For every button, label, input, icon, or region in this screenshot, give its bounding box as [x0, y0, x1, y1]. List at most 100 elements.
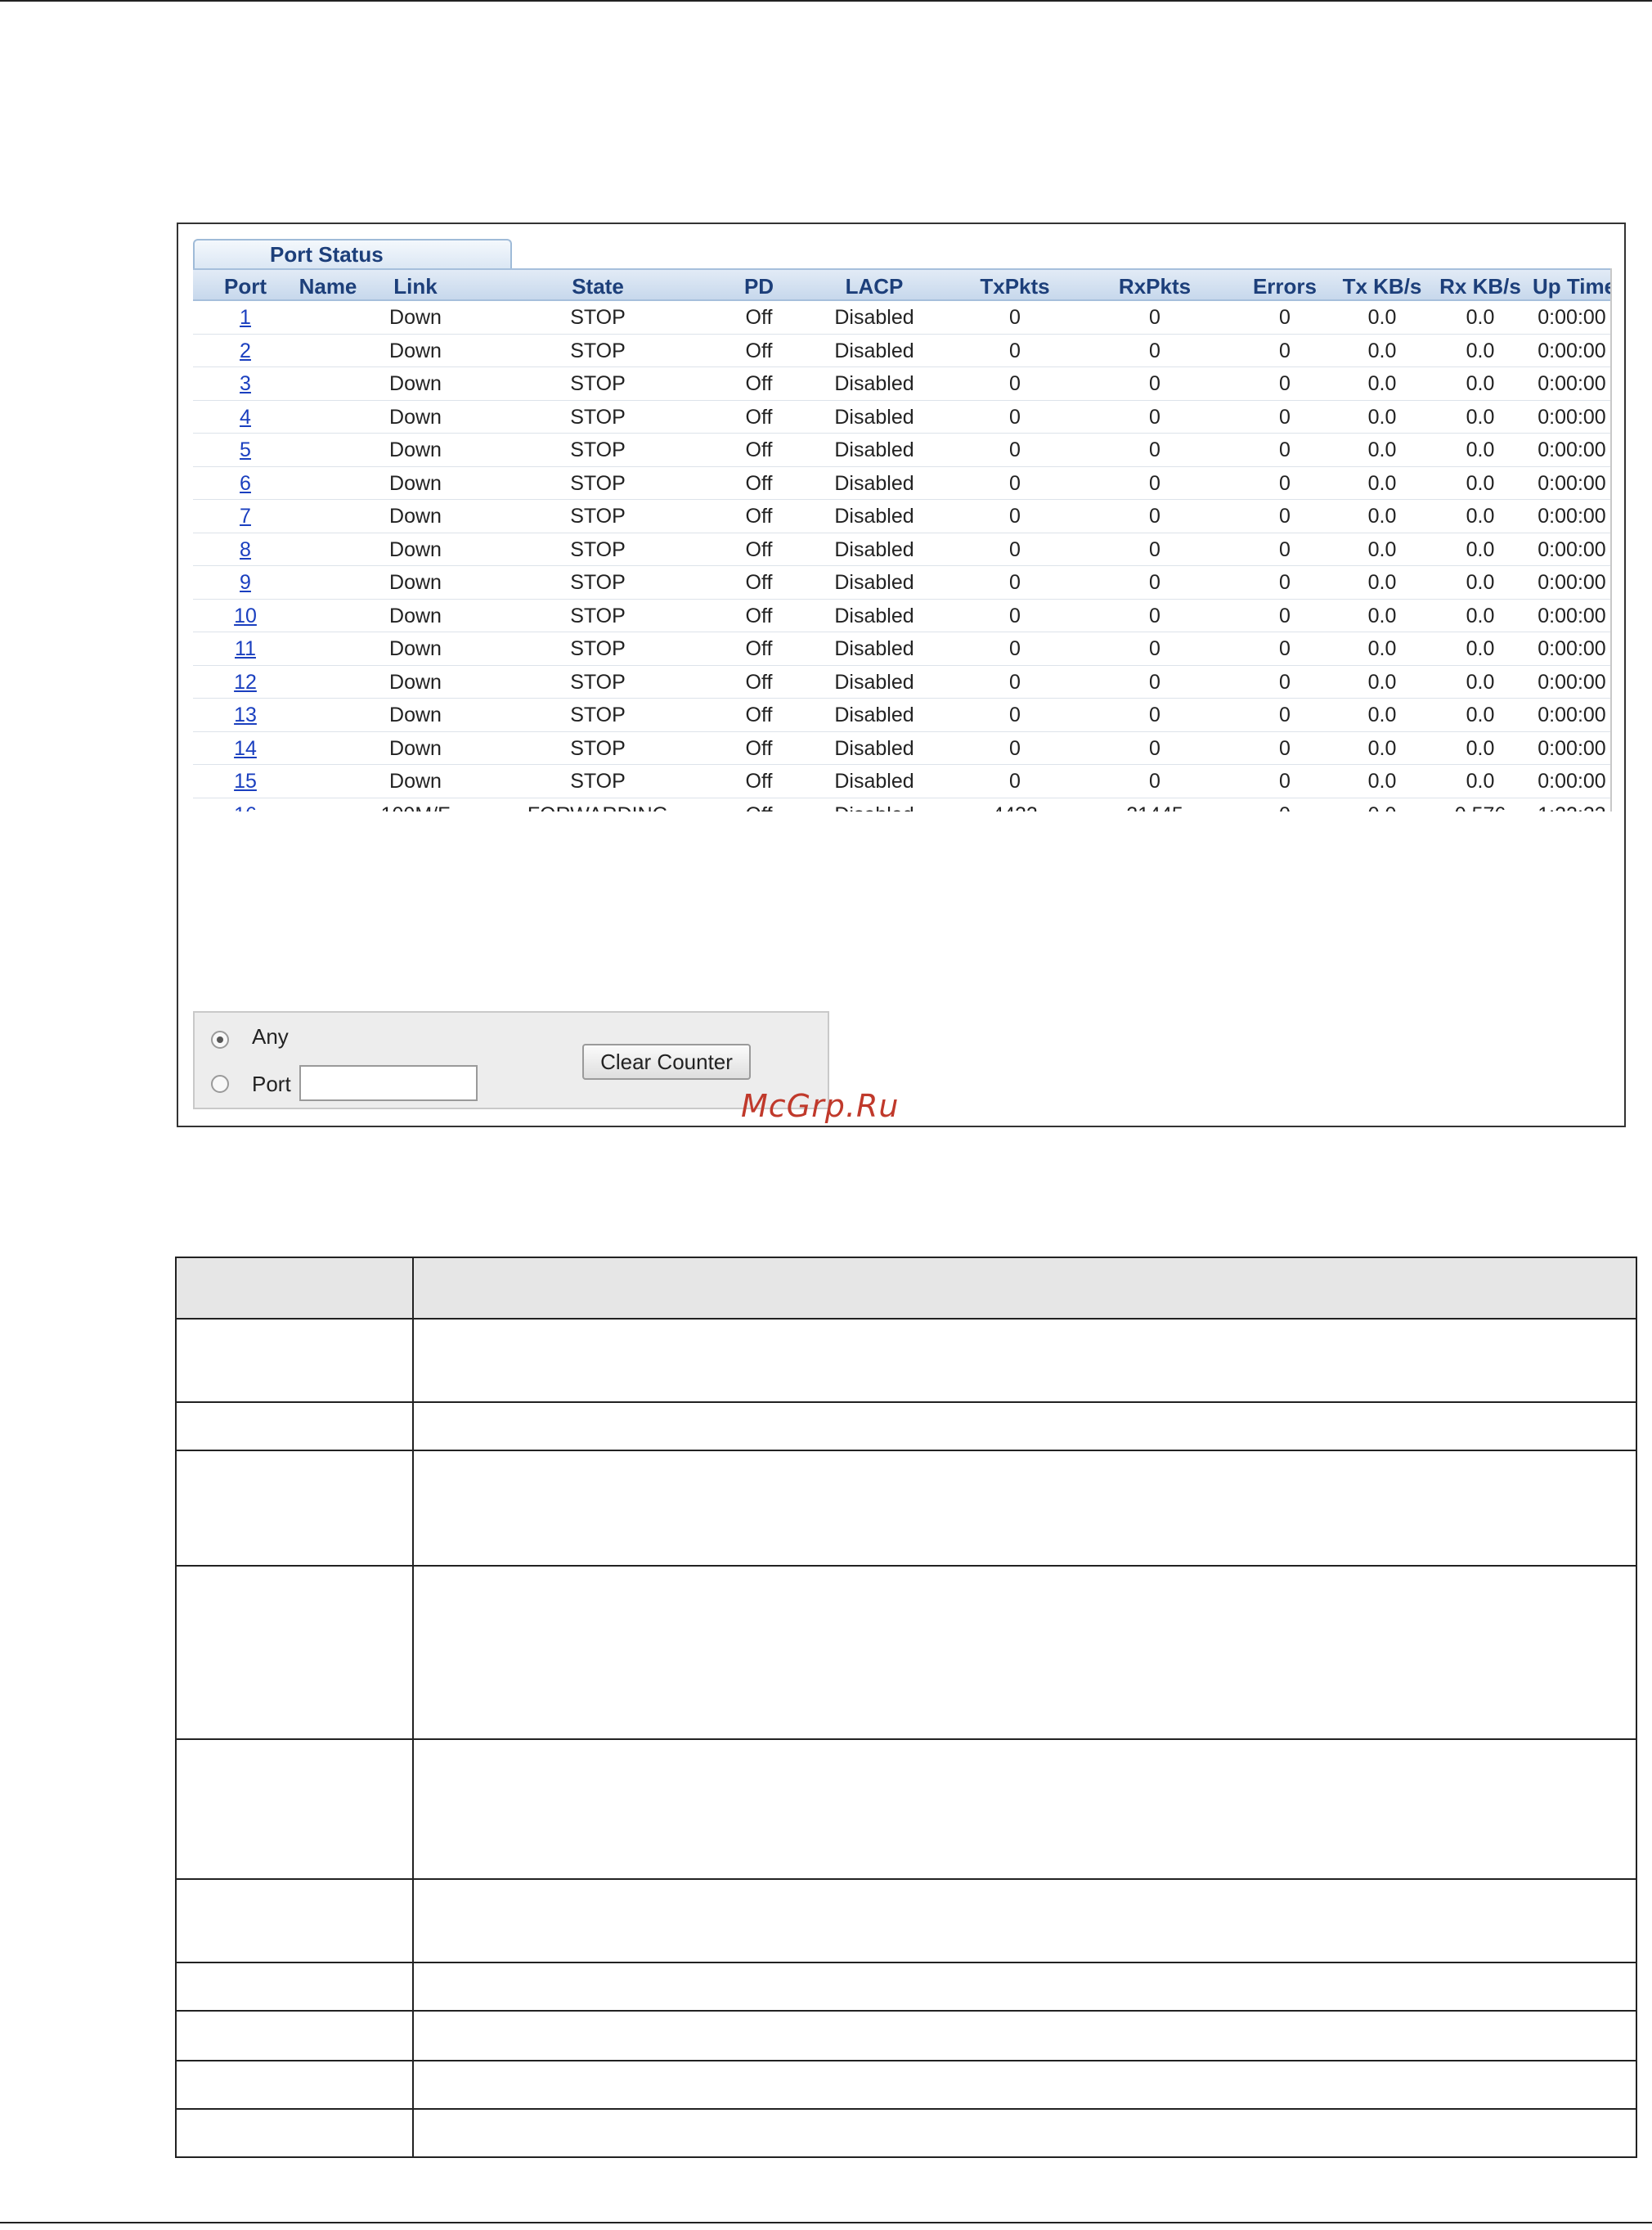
cell-rxpkts: 0 [1076, 301, 1233, 335]
cell-name [298, 732, 358, 765]
cell-rx-kbs: 0.0 [1428, 632, 1533, 666]
cell-state: STOP [473, 367, 723, 401]
cell-link: Down [358, 401, 473, 434]
cell-rxpkts: 0 [1076, 367, 1233, 401]
cell-pd: Off [723, 798, 795, 812]
cell-errors: 0 [1233, 632, 1336, 666]
radio-any[interactable] [211, 1031, 229, 1049]
port-link[interactable]: 16 [193, 798, 298, 812]
cell-state: STOP [473, 500, 723, 533]
port-status-grid: Port Name Link State PD LACP TxPkts RxPkts Error… [193, 268, 1611, 812]
cell-rx-kbs: 0.0 [1428, 765, 1533, 798]
cell-uptime: 0:00:00 [1533, 533, 1611, 566]
cell-link: Down [358, 533, 473, 566]
port-link[interactable]: 1 [193, 301, 298, 335]
column-header-port[interactable]: Port [193, 268, 298, 301]
port-link[interactable]: 3 [193, 367, 298, 401]
port-link[interactable]: 4 [193, 401, 298, 434]
cell-pd: Off [723, 732, 795, 765]
tab-port-status[interactable]: Port Status [193, 239, 512, 268]
cell-uptime: 0:00:00 [1533, 666, 1611, 699]
port-link[interactable]: 14 [193, 732, 298, 765]
description-row [175, 1877, 1637, 1963]
cell-name [298, 367, 358, 401]
description-label-cell [175, 1961, 414, 2012]
cell-link: Down [358, 335, 473, 367]
column-header-rx-kbs[interactable]: Rx KB/s [1428, 268, 1533, 301]
cell-name [298, 335, 358, 367]
column-header-uptime[interactable]: Up Time [1533, 268, 1611, 301]
description-text-cell [412, 1738, 1637, 1880]
cell-lacp: Disabled [795, 533, 954, 566]
cell-name [298, 301, 358, 335]
cell-state: STOP [473, 732, 723, 765]
column-header-txpkts[interactable]: TxPkts [954, 268, 1076, 301]
cell-link: Down [358, 500, 473, 533]
port-status-screenshot: Port Status Port Name Link State PD LACP TxPkt… [177, 223, 1626, 1127]
cell-rxpkts: 0 [1076, 666, 1233, 699]
cell-state: STOP [473, 434, 723, 467]
port-link[interactable]: 6 [193, 467, 298, 500]
column-header-pd[interactable]: PD [723, 268, 795, 301]
cell-state: STOP [473, 699, 723, 732]
cell-pd: Off [723, 467, 795, 500]
cell-name [298, 699, 358, 732]
port-link[interactable]: 10 [193, 600, 298, 632]
cell-pd: Off [723, 533, 795, 566]
cell-rx-kbs: 0.0 [1428, 699, 1533, 732]
cell-link: Down [358, 732, 473, 765]
cell-errors: 0 [1233, 533, 1336, 566]
cell-name [298, 765, 358, 798]
cell-rx-kbs: 0.0 [1428, 732, 1533, 765]
port-link[interactable]: 9 [193, 566, 298, 600]
cell-state: STOP [473, 335, 723, 367]
cell-tx-kbs: 0.0 [1336, 666, 1428, 699]
column-header-state[interactable]: State [473, 268, 723, 301]
port-link[interactable]: 8 [193, 533, 298, 566]
column-header-link[interactable]: Link [358, 268, 473, 301]
cell-errors: 0 [1233, 335, 1336, 367]
cell-rxpkts: 0 [1076, 401, 1233, 434]
cell-txpkts: 4422 [954, 798, 1076, 812]
cell-name [298, 401, 358, 434]
cell-lacp: Disabled [795, 434, 954, 467]
cell-txpkts: 0 [954, 666, 1076, 699]
cell-rxpkts: 0 [1076, 732, 1233, 765]
cell-tx-kbs: 0.0 [1336, 467, 1428, 500]
cell-state: STOP [473, 467, 723, 500]
port-link[interactable]: 11 [193, 632, 298, 666]
radio-port[interactable] [211, 1075, 229, 1093]
cell-uptime: 0:00:00 [1533, 699, 1611, 732]
clear-counter-button[interactable]: Clear Counter [582, 1044, 751, 1080]
port-link[interactable]: 13 [193, 699, 298, 732]
cell-rx-kbs: 0.0 [1428, 500, 1533, 533]
port-link[interactable]: 2 [193, 335, 298, 367]
cell-lacp: Disabled [795, 798, 954, 812]
cell-tx-kbs: 0.0 [1336, 566, 1428, 600]
port-link[interactable]: 12 [193, 666, 298, 699]
port-link[interactable]: 15 [193, 765, 298, 798]
description-row [175, 1450, 1637, 1567]
description-text-cell [412, 1961, 1637, 2012]
cell-pd: Off [723, 301, 795, 335]
cell-errors: 0 [1233, 566, 1336, 600]
column-header-tx-kbs[interactable]: Tx KB/s [1336, 268, 1428, 301]
cell-errors: 0 [1233, 434, 1336, 467]
column-header-rxpkts[interactable]: RxPkts [1076, 268, 1233, 301]
cell-rx-kbs: 0.0 [1428, 401, 1533, 434]
column-header-name[interactable]: Name [298, 268, 358, 301]
port-link[interactable]: 5 [193, 434, 298, 467]
cell-lacp: Disabled [795, 765, 954, 798]
cell-name [298, 533, 358, 566]
cell-lacp: Disabled [795, 367, 954, 401]
cell-tx-kbs: 0.0 [1336, 367, 1428, 401]
description-text-cell [412, 1318, 1637, 1404]
port-link[interactable]: 7 [193, 500, 298, 533]
port-input[interactable] [299, 1065, 478, 1101]
cell-rxpkts: 0 [1076, 765, 1233, 798]
cell-link: Down [358, 367, 473, 401]
column-header-errors[interactable]: Errors [1233, 268, 1336, 301]
cell-txpkts: 0 [954, 765, 1076, 798]
column-header-lacp[interactable]: LACP [795, 268, 954, 301]
cell-pd: Off [723, 666, 795, 699]
